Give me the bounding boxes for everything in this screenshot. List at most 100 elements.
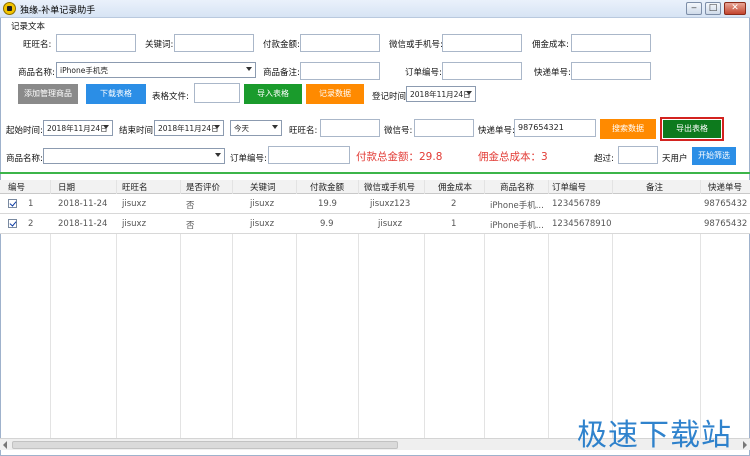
scroll-left-icon[interactable] — [3, 441, 7, 449]
product-note-label: 商品备注: — [263, 68, 300, 78]
window-title: 独缘-补单记录助手 — [20, 6, 96, 16]
col-header-reviewed[interactable]: 是否评价 — [186, 181, 220, 193]
col-header-id[interactable]: 编号 — [8, 181, 25, 193]
col-header-amount[interactable]: 付款金额 — [310, 181, 344, 193]
end-time-value: 2018年11月24日 — [158, 124, 219, 133]
cell-keyword: jisuxz — [250, 199, 275, 209]
search-express-label: 快递单号: — [478, 126, 515, 136]
period-value: 今天 — [234, 124, 249, 133]
col-header-keyword[interactable]: 关键词 — [250, 181, 276, 193]
express-no-input[interactable] — [571, 62, 651, 80]
search-express-input[interactable]: 987654321 — [514, 119, 596, 137]
cell-id: 2 — [28, 219, 34, 229]
row-checkbox[interactable] — [8, 199, 17, 208]
table-file-label: 表格文件: — [152, 92, 189, 102]
col-header-wechat[interactable]: 微信或手机号 — [364, 181, 415, 193]
download-table-button[interactable]: 下载表格 — [86, 84, 146, 104]
chevron-down-icon — [466, 91, 472, 95]
search-wangwang-input[interactable] — [320, 119, 380, 137]
export-table-button[interactable]: 导出表格 — [663, 120, 721, 138]
chevron-down-icon — [272, 125, 278, 129]
col-header-note[interactable]: 备注 — [646, 181, 663, 193]
search-wechat-input[interactable] — [414, 119, 474, 137]
period-select[interactable]: 今天 — [230, 120, 282, 136]
table-header: 编号 日期 旺旺名 是否评价 关键词 付款金额 微信或手机号 佣金成本 商品名称… — [0, 180, 750, 194]
search-wechat-label: 微信号: — [384, 126, 413, 136]
wechat-phone-input[interactable] — [442, 34, 522, 52]
register-time-label: 登记时间: — [372, 92, 409, 102]
minimize-button[interactable]: ‒ — [686, 2, 702, 15]
chevron-down-icon — [103, 125, 109, 129]
keyword-input[interactable] — [174, 34, 254, 52]
order-no-input[interactable] — [442, 62, 522, 80]
cell-keyword: jisuxz — [250, 219, 275, 229]
import-table-button[interactable]: 导入表格 — [244, 84, 302, 104]
chevron-down-icon — [215, 153, 221, 157]
search-product-select[interactable] — [43, 148, 225, 164]
commission-input[interactable] — [571, 34, 651, 52]
table-file-input[interactable] — [194, 83, 240, 103]
cell-express: 98765432 — [704, 219, 748, 229]
cell-date: 2018-11-24 — [58, 219, 108, 229]
commission-label: 佣金成本: — [532, 40, 569, 50]
chevron-down-icon — [246, 67, 252, 71]
cell-date: 2018-11-24 — [58, 199, 108, 209]
pay-amount-input[interactable] — [300, 34, 380, 52]
record-data-button[interactable]: 记录数据 — [306, 84, 364, 104]
search-wangwang-label: 旺旺名: — [289, 126, 318, 136]
add-product-button[interactable]: 添加管理商品 — [18, 84, 78, 104]
col-header-order-no[interactable]: 订单编号 — [552, 181, 586, 193]
record-group-label: 记录文本 — [11, 22, 46, 32]
col-header-date[interactable]: 日期 — [58, 181, 75, 193]
wangwang-label: 旺旺名: — [23, 40, 52, 50]
chevron-down-icon — [214, 125, 220, 129]
wangwang-input[interactable] — [56, 34, 136, 52]
maximize-button[interactable]: □ — [705, 2, 721, 15]
cell-reviewed: 否 — [186, 201, 195, 211]
product-name-select[interactable]: iPhone手机壳 — [56, 62, 256, 78]
cell-reviewed: 否 — [186, 221, 195, 231]
scroll-right-icon[interactable] — [743, 441, 747, 449]
start-filter-button[interactable]: 开始筛选 — [692, 147, 736, 165]
days-user-label: 天用户 — [662, 154, 688, 164]
cell-commission: 2 — [451, 199, 457, 209]
cell-product: iPhone手机... — [490, 201, 544, 211]
pay-amount-label: 付款金额: — [263, 40, 300, 50]
cell-commission: 1 — [451, 219, 457, 229]
total-pay-amount: 付款总金额：29.8 — [356, 151, 443, 163]
cell-wechat: jisuxz123 — [370, 199, 411, 209]
cell-wangwang: jisuxz — [122, 199, 147, 209]
cell-amount: 9.9 — [320, 219, 334, 229]
search-data-button[interactable]: 搜索数据 — [600, 119, 656, 139]
table-row[interactable]: 1 2018-11-24 jisuxz 否 jisuxz 19.9 jisuxz… — [0, 194, 750, 214]
table-row[interactable]: 2 2018-11-24 jisuxz 否 jisuxz 9.9 jisuxz … — [0, 214, 750, 234]
start-time-value: 2018年11月24日 — [47, 124, 108, 133]
search-product-label: 商品名称: — [6, 154, 43, 164]
register-time-picker[interactable]: 2018年11月24日 — [406, 86, 476, 102]
exceed-days-input[interactable] — [618, 146, 658, 164]
cell-id: 1 — [28, 199, 34, 209]
scrollbar-thumb[interactable] — [12, 441, 398, 449]
product-note-input[interactable] — [300, 62, 380, 80]
row-checkbox[interactable] — [8, 219, 17, 228]
register-time-value: 2018年11月24日 — [410, 90, 471, 99]
col-header-express[interactable]: 快递单号 — [708, 181, 742, 193]
express-no-label: 快递单号: — [534, 68, 571, 78]
start-time-picker[interactable]: 2018年11月24日 — [43, 120, 113, 136]
col-header-commission[interactable]: 佣金成本 — [438, 181, 472, 193]
end-time-label: 结束时间: — [119, 126, 156, 136]
end-time-picker[interactable]: 2018年11月24日 — [154, 120, 224, 136]
section-divider — [0, 172, 750, 174]
cell-amount: 19.9 — [318, 199, 337, 209]
product-select-value: iPhone手机壳 — [60, 66, 108, 75]
exceed-label: 超过: — [594, 154, 614, 164]
order-no-label: 订单编号: — [405, 68, 442, 78]
col-header-product[interactable]: 商品名称 — [500, 181, 534, 193]
search-order-input[interactable] — [268, 146, 350, 164]
col-header-wangwang[interactable]: 旺旺名 — [122, 181, 148, 193]
search-order-label: 订单编号: — [230, 154, 267, 164]
keyword-label: 关键词: — [145, 40, 174, 50]
close-button[interactable]: ✕ — [724, 2, 746, 15]
total-commission: 佣金总成本：3 — [478, 151, 548, 163]
cell-wechat: jisuxz — [378, 219, 403, 229]
